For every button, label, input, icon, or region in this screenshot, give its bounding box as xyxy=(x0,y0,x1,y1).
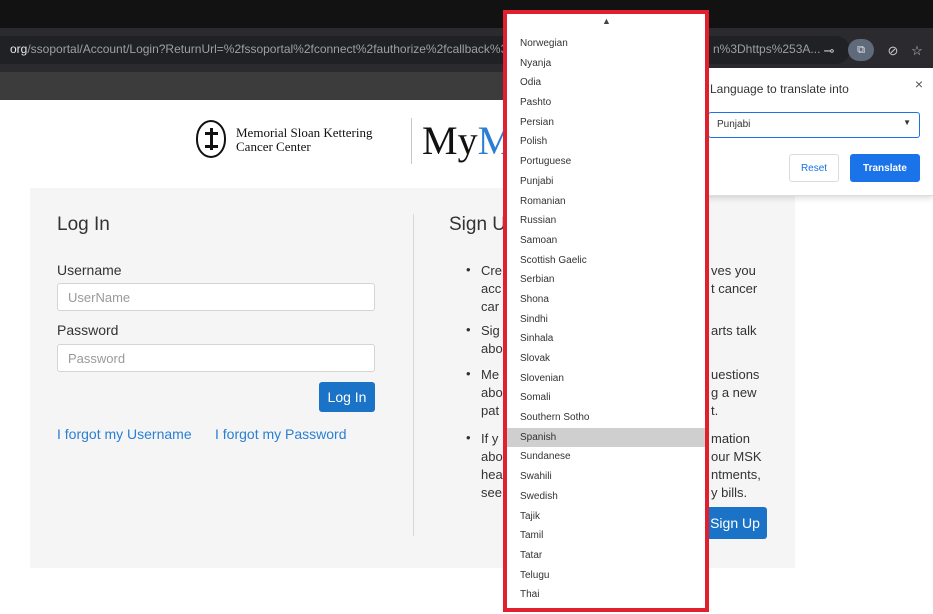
language-option[interactable]: Tajik xyxy=(507,507,705,527)
translate-button[interactable]: Translate xyxy=(850,154,920,182)
language-option[interactable]: Persian xyxy=(507,113,705,133)
signup-bullet-text: ves you t cancer xyxy=(711,263,758,296)
signup-title: Sign U xyxy=(449,214,507,235)
language-option[interactable]: Shona xyxy=(507,290,705,310)
bullet-dot: • xyxy=(466,262,471,277)
url-text: org/ssoportal/Account/Login?ReturnUrl=%2… xyxy=(10,42,506,56)
signup-bullet-text: uestions g a new t. xyxy=(711,367,760,418)
bullet-dot: • xyxy=(466,430,471,445)
reset-button[interactable]: Reset xyxy=(789,154,839,182)
username-label: Username xyxy=(57,262,122,278)
hidden-eye-icon[interactable]: ⊘ xyxy=(884,42,902,60)
language-dropdown-list[interactable]: ▲ Norwegian Nyanja Odia Pashto Persian Polish… xyxy=(503,10,709,612)
chevron-down-icon: ▼ xyxy=(903,118,911,127)
language-option[interactable]: Polish xyxy=(507,132,705,152)
language-option[interactable]: Tamil xyxy=(507,526,705,546)
forgot-username-link[interactable]: I forgot my Username xyxy=(57,426,192,442)
org-name-line2: Cancer Center xyxy=(236,139,311,154)
browser-toolbar: org/ssoportal/Account/Login?ReturnUrl=%2… xyxy=(0,28,933,72)
target-language-select[interactable]: Punjabi ▼ xyxy=(708,112,920,138)
language-option[interactable]: Sundanese xyxy=(507,447,705,467)
msk-logo-icon xyxy=(196,120,226,158)
bookmark-star-icon[interactable]: ☆ xyxy=(908,42,926,60)
translate-popup-title: Language to translate into xyxy=(710,82,849,96)
language-option[interactable]: Samoan xyxy=(507,231,705,251)
language-option[interactable]: Thai xyxy=(507,585,705,605)
language-option[interactable]: Pashto xyxy=(507,93,705,113)
org-name-line1: Memorial Sloan Kettering xyxy=(236,125,373,140)
language-option[interactable]: Somali xyxy=(507,388,705,408)
language-option[interactable]: Swahili xyxy=(507,467,705,487)
username-input[interactable] xyxy=(57,283,375,311)
card-divider xyxy=(413,214,414,536)
signup-bullet-text: Me abo pat xyxy=(481,367,503,418)
language-option[interactable]: Odia xyxy=(507,73,705,93)
signup-button[interactable]: Sign Up xyxy=(703,507,767,539)
language-option[interactable]: Russian xyxy=(507,211,705,231)
close-icon[interactable]: × xyxy=(915,76,923,92)
signup-bullet-text: arts talk xyxy=(711,323,757,338)
language-option[interactable]: Punjabi xyxy=(507,172,705,192)
signup-bullet-text: Cre acc car xyxy=(481,263,502,314)
language-option[interactable]: Spanish xyxy=(507,427,705,448)
signup-bullet-text: mation our MSK ntments, y bills. xyxy=(711,431,762,500)
language-option[interactable]: Scottish Gaelic xyxy=(507,251,705,271)
language-option[interactable]: Slovak xyxy=(507,349,705,369)
org-name: Memorial Sloan Kettering Cancer Center xyxy=(236,126,372,154)
forgot-password-link[interactable]: I forgot my Password xyxy=(215,426,347,442)
language-option[interactable]: Portuguese xyxy=(507,152,705,172)
language-option[interactable]: Sinhala xyxy=(507,329,705,349)
key-icon[interactable]: ⊸ xyxy=(820,42,838,60)
language-options: Norwegian Nyanja Odia Pashto Persian Polish Po… xyxy=(507,34,705,605)
translate-popup: Language to translate into × Punjabi ▼ R… xyxy=(697,68,933,196)
signup-bullet-text: If y abo hea see xyxy=(481,431,503,500)
language-option[interactable]: Serbian xyxy=(507,270,705,290)
signup-bullet-text: Sig abo xyxy=(481,323,503,356)
selected-language: Punjabi xyxy=(717,119,751,130)
url-text-tail: n%3Dhttps%253A... xyxy=(713,42,821,56)
window-title-strip xyxy=(0,0,933,28)
bullet-dot: • xyxy=(466,366,471,381)
mymsk-brand: MyM xyxy=(422,118,514,163)
password-label: Password xyxy=(57,322,119,338)
language-option[interactable]: Sindhi xyxy=(507,310,705,330)
language-option[interactable]: Slovenian xyxy=(507,369,705,389)
logo-divider xyxy=(411,118,412,164)
address-bar[interactable]: org/ssoportal/Account/Login?ReturnUrl=%2… xyxy=(0,36,850,64)
scroll-up-arrow-icon[interactable]: ▲ xyxy=(602,16,611,26)
language-option[interactable]: Nyanja xyxy=(507,54,705,74)
language-option[interactable]: Norwegian xyxy=(507,34,705,54)
language-option[interactable]: Romanian xyxy=(507,192,705,212)
bullet-dot: • xyxy=(466,322,471,337)
login-title: Log In xyxy=(57,214,110,235)
language-option[interactable]: Southern Sotho xyxy=(507,408,705,428)
language-option[interactable]: Tatar xyxy=(507,546,705,566)
language-option[interactable]: Swedish xyxy=(507,487,705,507)
login-button[interactable]: Log In xyxy=(319,382,375,412)
translate-icon[interactable]: ⧉ xyxy=(848,39,874,61)
password-input[interactable] xyxy=(57,344,375,372)
language-option[interactable]: Telugu xyxy=(507,566,705,586)
